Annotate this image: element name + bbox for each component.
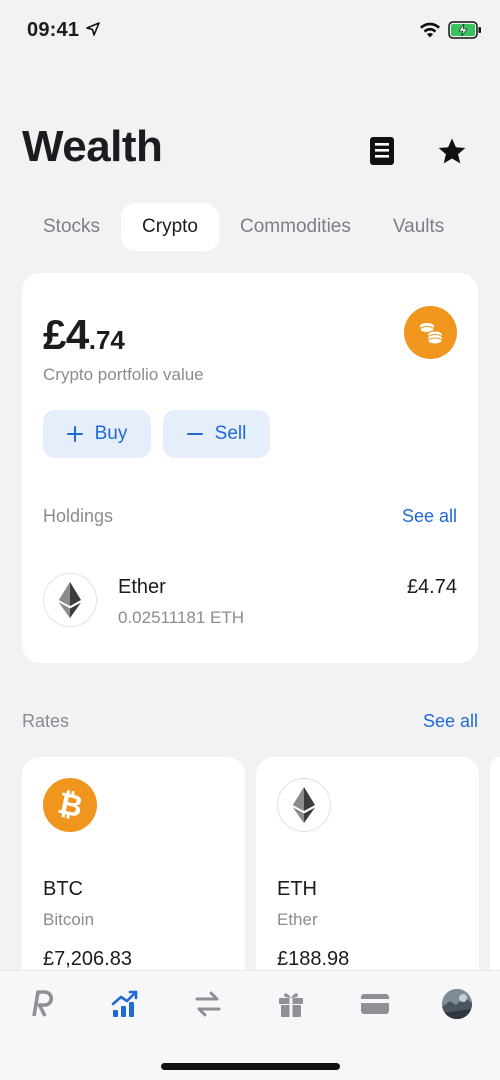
battery-charging-icon [448, 21, 481, 39]
holdings-heading: Holdings [43, 506, 114, 526]
ethereum-icon [277, 778, 331, 832]
status-bar: 09:41 [0, 0, 500, 60]
holdings-see-all-link[interactable]: See all [402, 506, 457, 527]
rate-price: £188.98 [277, 948, 350, 970]
transfer-icon[interactable] [192, 988, 224, 1020]
portfolio-value: £4.74 [43, 311, 125, 359]
ethereum-icon [43, 573, 97, 627]
rate-name: Bitcoin [43, 910, 95, 929]
rate-symbol: ETH [277, 878, 317, 900]
tab-crypto[interactable]: Crypto [121, 203, 219, 251]
rate-name: Ether [277, 910, 318, 929]
sell-button[interactable]: Sell [163, 410, 270, 458]
home-indicator [161, 1063, 340, 1070]
wealth-chart-icon[interactable] [109, 988, 141, 1020]
minus-icon [186, 433, 203, 435]
portfolio-value-label: Crypto portfolio value [43, 365, 204, 384]
asset-tabs: Stocks Crypto Commodities Vaults [22, 203, 465, 251]
tab-vaults[interactable]: Vaults [372, 203, 465, 251]
rate-symbol: BTC [43, 878, 83, 900]
rewards-gift-icon[interactable] [275, 988, 307, 1020]
revolut-home-icon[interactable] [26, 988, 58, 1020]
news-icon [370, 137, 394, 165]
watchlist-button[interactable] [434, 133, 470, 169]
buy-label: Buy [94, 423, 128, 444]
portfolio-value-decimal: .74 [88, 325, 125, 355]
tab-commodities[interactable]: Commodities [219, 203, 372, 251]
bottom-tab-bar [0, 970, 500, 1080]
portfolio-card: £4.74 Crypto portfolio value Buy Sell Ho… [22, 273, 478, 663]
holding-name: Ether [118, 576, 166, 598]
plus-icon [66, 426, 83, 442]
bitcoin-icon: ₿ [43, 778, 97, 832]
location-arrow-icon [86, 22, 100, 36]
portfolio-value-main: £4 [43, 311, 89, 358]
holding-value: £4.74 [406, 576, 457, 598]
wifi-icon [420, 22, 440, 38]
tab-stocks[interactable]: Stocks [22, 203, 121, 251]
news-button[interactable] [364, 133, 400, 169]
buy-button[interactable]: Buy [43, 410, 151, 458]
page-title: Wealth [22, 122, 163, 171]
cards-icon[interactable] [359, 988, 391, 1020]
rates-see-all-link[interactable]: See all [423, 711, 478, 732]
profile-avatar[interactable] [442, 989, 472, 1019]
rates-heading: Rates [22, 711, 70, 731]
rate-price: £7,206.83 [43, 948, 132, 970]
holding-amount: 0.02511181 ETH [118, 608, 245, 627]
star-icon [438, 138, 466, 163]
sell-label: Sell [214, 423, 247, 444]
status-time: 09:41 [27, 19, 80, 41]
coins-icon [404, 306, 457, 359]
